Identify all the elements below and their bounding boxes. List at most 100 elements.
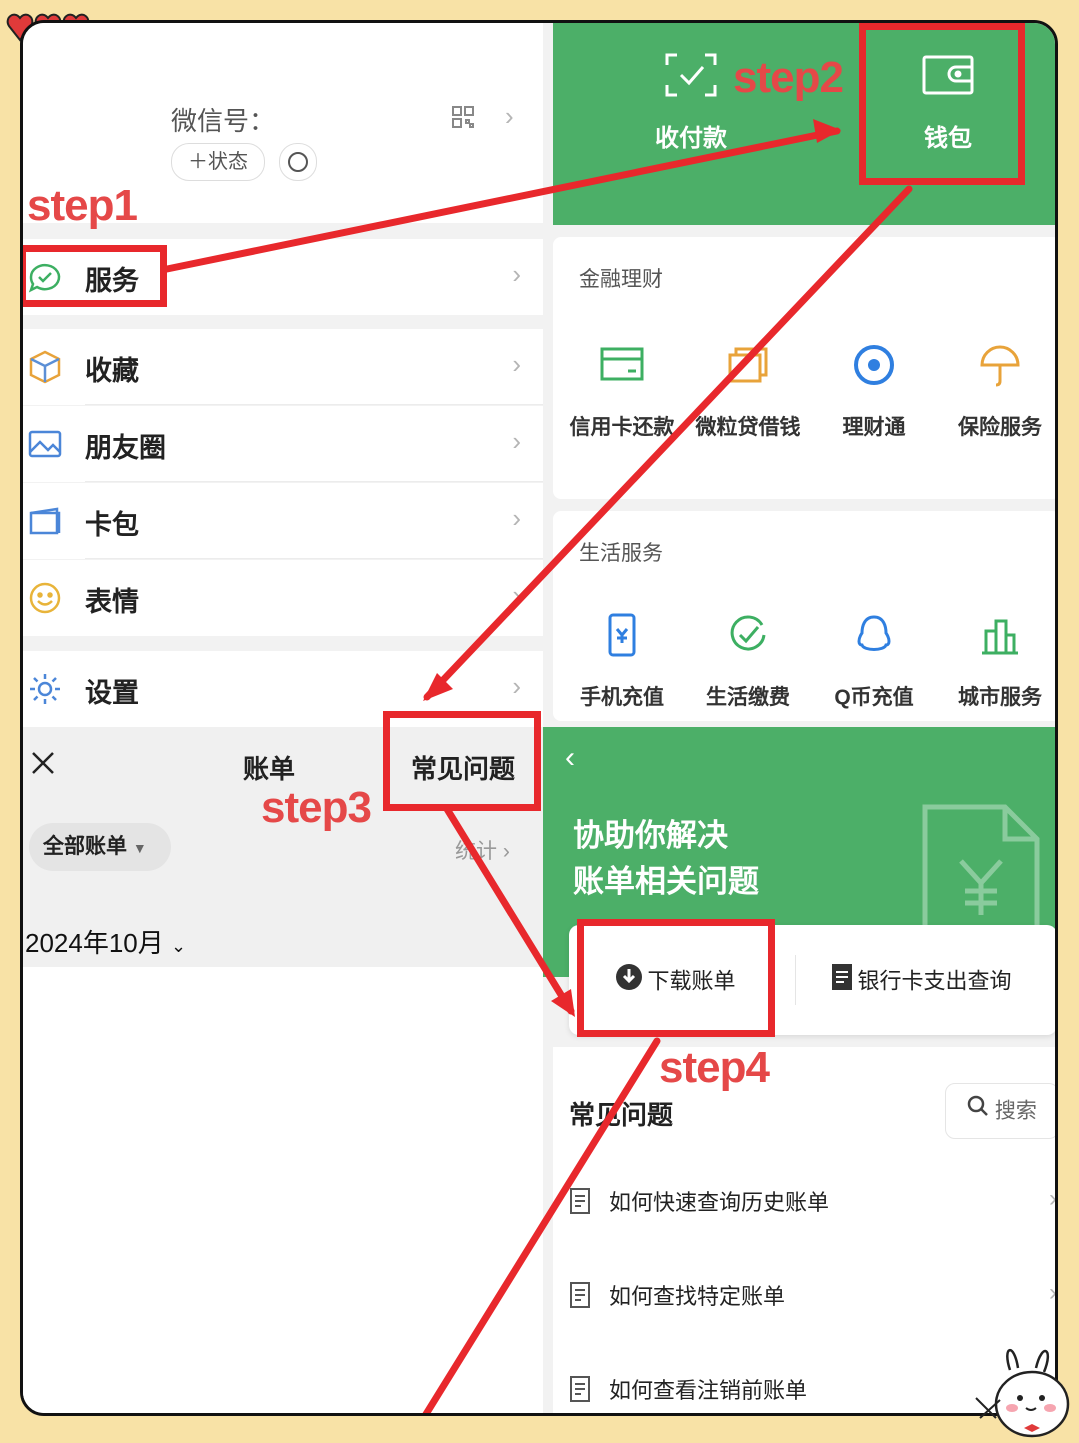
chevron-right-icon: ›	[512, 503, 521, 533]
mobile-topup[interactable]: 手机充值	[557, 611, 687, 711]
caret-down-icon: ▼	[132, 840, 147, 856]
step4-label: step4	[659, 1043, 770, 1092]
help-headline-line2: 账单相关问题	[573, 864, 759, 899]
grid-label: 保险服务	[958, 416, 1042, 439]
faq-item-label: 如何查看注销前账单	[609, 1378, 808, 1403]
city-icon	[976, 611, 1024, 659]
search-label: 搜索	[994, 1099, 1037, 1123]
document-icon	[569, 1281, 591, 1309]
pay-label: 收付款	[655, 125, 727, 152]
bank-card-query-label: 银行卡支出查询	[857, 968, 1012, 994]
penguin-icon	[850, 611, 898, 659]
bill-title: 账单	[243, 754, 296, 784]
status-button[interactable]: ＋状态	[171, 143, 265, 181]
credit-card-icon	[598, 341, 646, 389]
chevron-right-icon: ›	[512, 671, 521, 701]
grid-label: 城市服务	[958, 686, 1042, 709]
highlight-box-wallet	[859, 23, 1025, 185]
check-circle-icon	[724, 611, 772, 659]
chevron-right-icon: ›	[512, 259, 521, 289]
menu-item-stickers[interactable]: 表情 ›	[23, 560, 543, 636]
search-icon	[967, 1084, 989, 1138]
grid-label: 理财通	[842, 416, 906, 439]
screenshot-frame: 微信号： › ＋状态 服务 › 收藏 › 朋友圈 › 卡包 › 表情 › 设置 …	[20, 20, 1058, 1416]
chevron-right-icon: ›	[512, 580, 521, 610]
step1-label: step1	[27, 181, 138, 230]
menu-item-label: 表情	[85, 587, 139, 617]
chevron-right-icon: ›	[512, 349, 521, 379]
highlight-box-download	[577, 919, 775, 1037]
chevron-right-icon[interactable]: ›	[505, 101, 514, 132]
status-button-label: ＋状态	[188, 151, 248, 173]
life-service-title: 生活服务	[579, 542, 663, 565]
document-icon	[831, 963, 853, 996]
smile-icon	[27, 580, 63, 616]
highlight-box-service	[23, 245, 167, 307]
menu-item-label: 卡包	[85, 510, 139, 540]
stats-label: 统计	[455, 840, 497, 863]
help-headline-line1: 协助你解决	[573, 818, 728, 853]
scan-pay-icon	[663, 53, 719, 103]
action-divider	[795, 955, 796, 1005]
cube-icon	[27, 349, 63, 385]
close-icon[interactable]	[29, 749, 57, 782]
grid-label: Q币充值	[834, 686, 914, 709]
step3-label: step3	[261, 783, 372, 832]
month-picker[interactable]: 2024年10月 ⌄	[25, 923, 186, 960]
document-icon	[569, 1375, 591, 1403]
menu-item-label: 收藏	[85, 356, 139, 386]
back-arrow-icon[interactable]: ‹	[565, 741, 575, 775]
loan-icon	[724, 341, 772, 389]
chevron-right-icon: ›	[1049, 1185, 1057, 1212]
month-label: 2024年10月	[25, 928, 164, 958]
menu-item-favorites[interactable]: 收藏 ›	[23, 329, 543, 405]
grid-label: 信用卡还款	[569, 416, 675, 439]
city-service[interactable]: 城市服务	[935, 611, 1055, 711]
divider	[85, 404, 543, 405]
menu-item-moments[interactable]: 朋友圈 ›	[23, 406, 543, 482]
help-headline: 协助你解决 账单相关问题	[573, 813, 759, 905]
chevron-right-icon: ›	[512, 426, 521, 456]
licaitong[interactable]: 理财通	[809, 341, 939, 441]
bill-document-icon	[921, 803, 1041, 938]
wechat-id-label: 微信号：	[171, 106, 276, 136]
faq-item-label: 如何查找特定账单	[609, 1284, 786, 1309]
finance-title: 金融理财	[579, 268, 663, 291]
qcoin-topup[interactable]: Q币充值	[809, 611, 939, 711]
licaitong-icon	[850, 341, 898, 389]
stats-link[interactable]: 统计 ›	[455, 835, 510, 865]
umbrella-icon	[976, 341, 1024, 389]
phone-icon	[598, 611, 646, 659]
insurance-service[interactable]: 保险服务	[935, 341, 1055, 441]
card-icon	[27, 503, 63, 539]
bank-card-query-button[interactable]: 银行卡支出查询	[831, 963, 1011, 996]
faq-item[interactable]: 如何查找特定账单 ›	[553, 1251, 1057, 1341]
divider	[85, 481, 543, 482]
image-icon	[27, 426, 63, 462]
life-service-panel: 生活服务 手机充值 生活缴费 Q币充值 城市服务	[553, 511, 1055, 721]
refresh-status-icon[interactable]	[279, 143, 317, 181]
qr-code-icon[interactable]	[451, 105, 475, 134]
faq-search-button[interactable]: 搜索	[945, 1083, 1055, 1139]
grid-label: 微粒贷借钱	[695, 416, 801, 439]
credit-card-repay[interactable]: 信用卡还款	[557, 341, 687, 441]
faq-item[interactable]: 如何快速查询历史账单 ›	[553, 1157, 1057, 1247]
weilidai-loan[interactable]: 微粒贷借钱	[683, 341, 813, 441]
document-icon	[569, 1187, 591, 1215]
bill-list-area	[23, 967, 543, 1413]
finance-panel: 金融理财 信用卡还款 微粒贷借钱 理财通 保险服务	[553, 237, 1055, 499]
menu-item-card-wallet[interactable]: 卡包 ›	[23, 483, 543, 559]
step2-label: step2	[733, 53, 844, 102]
faq-title: 常见问题	[569, 1100, 674, 1130]
grid-label: 手机充值	[580, 686, 664, 709]
bill-filter-dropdown[interactable]: 全部账单 ▼	[29, 823, 171, 871]
utility-payment[interactable]: 生活缴费	[683, 611, 813, 711]
divider	[85, 558, 543, 559]
chevron-right-icon: ›	[1049, 1279, 1057, 1306]
menu-item-label: 设置	[85, 678, 139, 708]
grid-label: 生活缴费	[706, 686, 790, 709]
bill-filter-label: 全部账单	[43, 835, 127, 858]
menu-item-label: 朋友圈	[85, 433, 166, 463]
chevron-down-icon: ⌄	[171, 936, 187, 956]
bunny-sticker	[966, 1342, 1078, 1438]
